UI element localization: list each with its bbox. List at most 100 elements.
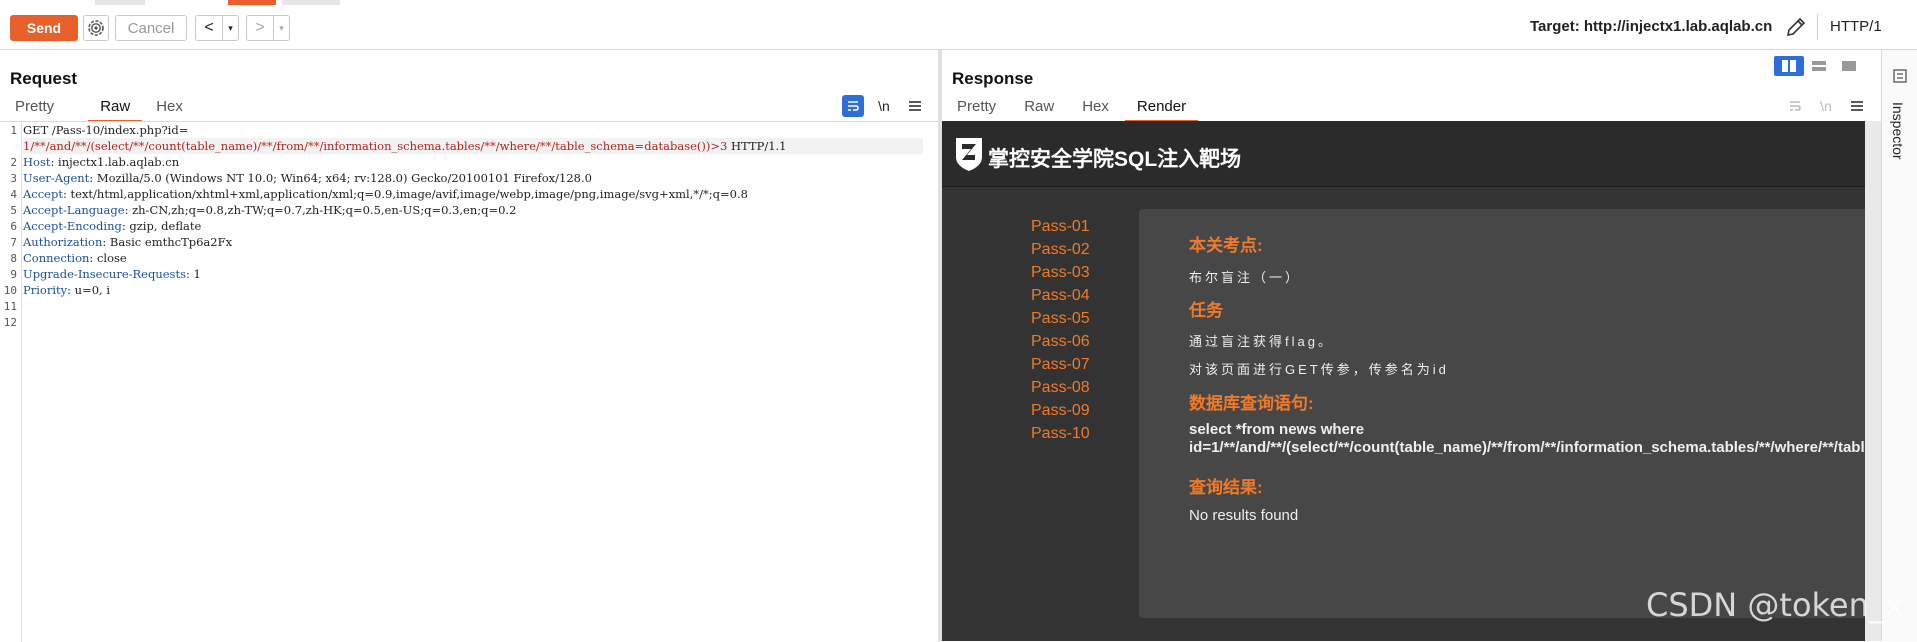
tab-response-render[interactable]: Render bbox=[1124, 98, 1199, 122]
line-number: 9 bbox=[10, 268, 17, 281]
task-text: 通过盲注获得flag。 bbox=[1189, 334, 1334, 349]
pass-link[interactable]: Pass-06 bbox=[1031, 330, 1090, 353]
header-name: Accept bbox=[23, 187, 63, 201]
response-panel: Response Pretty Raw Hex Render \n 掌控安全学院… bbox=[942, 50, 1881, 641]
header-name: Connection bbox=[23, 251, 90, 265]
header-line: Priority: u=0, i bbox=[23, 283, 111, 297]
response-title: Response bbox=[952, 69, 1034, 88]
line-number: 11 bbox=[3, 300, 17, 313]
request-title: Request bbox=[10, 69, 78, 88]
render-scrollbar[interactable] bbox=[1865, 121, 1881, 641]
pencil-icon bbox=[1786, 17, 1806, 37]
response-pretty-toggle[interactable] bbox=[1784, 95, 1806, 117]
line-number: 2 bbox=[10, 156, 17, 169]
pass-link[interactable]: Pass-07 bbox=[1031, 353, 1090, 376]
layout-side-by-side-button[interactable] bbox=[1774, 56, 1804, 76]
pass-link[interactable]: Pass-01 bbox=[1031, 215, 1090, 238]
header-value: close bbox=[93, 251, 127, 265]
line-number-gutter: 1 2 3 4 5 6 7 8 9 10 11 12 bbox=[0, 122, 22, 642]
pass-link[interactable]: Pass-05 bbox=[1031, 307, 1090, 330]
back-history-dropdown[interactable]: ▾ bbox=[222, 16, 238, 40]
tab-request-raw[interactable]: Raw bbox=[88, 98, 143, 122]
send-button[interactable]: Send bbox=[10, 15, 78, 41]
header-line: Host: injectx1.lab.aqlab.cn bbox=[23, 155, 180, 169]
pass-link[interactable]: Pass-04 bbox=[1031, 284, 1090, 307]
back-nav-group: < ▾ bbox=[195, 15, 239, 41]
header-line: Accept: text/html,application/xhtml+xml,… bbox=[23, 187, 748, 201]
header-name: User-Agent bbox=[23, 171, 90, 185]
header-value: 1 bbox=[189, 267, 201, 281]
request-tabs: Pretty Raw Hex bbox=[3, 98, 195, 122]
request-menu-button[interactable] bbox=[904, 95, 926, 117]
back-button[interactable]: < bbox=[196, 16, 222, 40]
topic-heading: 本关考点: bbox=[1189, 236, 1263, 255]
header-value: u=0, i bbox=[71, 283, 111, 297]
pass-link[interactable]: Pass-02 bbox=[1031, 238, 1090, 261]
gear-icon bbox=[88, 20, 104, 36]
request-line: 1/**/and/**/(select/**/count(table_name)… bbox=[23, 138, 786, 154]
target-label[interactable]: Target: http://injectx1.lab.aqlab.cn bbox=[1530, 18, 1772, 35]
rows-icon bbox=[1812, 61, 1826, 71]
request-editor[interactable]: 1 2 3 4 5 6 7 8 9 10 11 12 GET /Pass-10/… bbox=[0, 121, 938, 642]
site-header: 掌控安全学院SQL注入靶场 bbox=[942, 121, 1865, 187]
header-name: Upgrade-Insecure-Requests bbox=[23, 267, 186, 281]
inspector-sidebar[interactable]: Inspector bbox=[1881, 50, 1917, 641]
line-number: 12 bbox=[3, 316, 17, 329]
tab-request-pretty[interactable]: Pretty bbox=[3, 98, 66, 120]
tab-response-pretty[interactable]: Pretty bbox=[945, 98, 1008, 120]
query-heading: 数据库查询语句: bbox=[1189, 394, 1314, 413]
line-number: 1 bbox=[10, 124, 17, 137]
tab-strip-segment bbox=[282, 0, 340, 5]
line-number: 6 bbox=[10, 220, 17, 233]
request-protocol: HTTP/1.1 bbox=[727, 139, 787, 153]
query-line: id=1/**/and/**/(select/**/count(table_na… bbox=[1189, 439, 1865, 456]
header-value: text/html,application/xhtml+xml,applicat… bbox=[66, 187, 748, 201]
forward-button[interactable]: > bbox=[247, 16, 273, 40]
header-name: Priority bbox=[23, 283, 68, 297]
newline-toggle[interactable]: \n bbox=[873, 95, 895, 117]
layout-stacked-button[interactable] bbox=[1804, 56, 1834, 76]
edit-target-button[interactable] bbox=[1784, 15, 1808, 39]
response-tabs: Pretty Raw Hex Render bbox=[945, 98, 1199, 122]
pass-link[interactable]: Pass-03 bbox=[1031, 261, 1090, 284]
pretty-format-toggle[interactable] bbox=[842, 95, 864, 117]
toolbar-divider bbox=[1817, 14, 1818, 40]
pass-link[interactable]: Pass-10 bbox=[1031, 422, 1090, 445]
response-newline-toggle[interactable]: \n bbox=[1815, 95, 1837, 117]
response-menu-button[interactable] bbox=[1846, 95, 1868, 117]
tab-strip-segment bbox=[95, 0, 145, 5]
inspector-label[interactable]: Inspector bbox=[1890, 102, 1906, 160]
rendered-page[interactable]: 掌控安全学院SQL注入靶场 Pass-01 Pass-02 Pass-03 Pa… bbox=[942, 121, 1865, 641]
task-text: 对该页面进行GET传参，传参名为id bbox=[1189, 362, 1449, 377]
header-name: Authorization bbox=[23, 235, 103, 249]
single-pane-icon bbox=[1842, 61, 1856, 71]
hamburger-menu-icon bbox=[1851, 101, 1863, 111]
result-heading: 查询结果: bbox=[1189, 478, 1263, 497]
header-value: Mozilla/5.0 (Windows NT 10.0; Win64; x64… bbox=[93, 171, 592, 185]
shield-logo-icon bbox=[956, 138, 982, 171]
task-heading: 任务 bbox=[1189, 301, 1223, 320]
pass-link[interactable]: Pass-08 bbox=[1031, 376, 1090, 399]
watermark-text: CSDN @token_x bbox=[1646, 586, 1904, 624]
header-line: Connection: close bbox=[23, 251, 127, 265]
header-value: gzip, deflate bbox=[125, 219, 202, 233]
pass-link[interactable]: Pass-09 bbox=[1031, 399, 1090, 422]
tab-request-hex[interactable]: Hex bbox=[144, 98, 195, 120]
header-line: Upgrade-Insecure-Requests: 1 bbox=[23, 267, 201, 281]
layout-single-button[interactable] bbox=[1834, 56, 1864, 76]
pass-nav-list: Pass-01 Pass-02 Pass-03 Pass-04 Pass-05 … bbox=[1031, 215, 1090, 445]
forward-history-dropdown[interactable]: ▾ bbox=[273, 16, 289, 40]
request-panel: Request Pretty Raw Hex \n 1 2 3 4 5 6 7 … bbox=[0, 50, 938, 642]
cancel-button[interactable]: Cancel bbox=[115, 15, 187, 41]
settings-button[interactable] bbox=[83, 15, 109, 41]
topic-text: 布尔盲注（一） bbox=[1189, 270, 1302, 285]
tab-response-raw[interactable]: Raw bbox=[1012, 98, 1066, 120]
http-version-selector[interactable]: HTTP/1 bbox=[1830, 18, 1882, 35]
header-line: Accept-Encoding: gzip, deflate bbox=[23, 219, 202, 233]
header-name: Host bbox=[23, 155, 51, 169]
tab-response-hex[interactable]: Hex bbox=[1070, 98, 1121, 120]
header-line: User-Agent: Mozilla/5.0 (Windows NT 10.0… bbox=[23, 171, 592, 185]
line-number: 10 bbox=[3, 284, 17, 297]
hamburger-menu-icon bbox=[909, 101, 921, 111]
inspector-icon bbox=[1893, 69, 1907, 83]
